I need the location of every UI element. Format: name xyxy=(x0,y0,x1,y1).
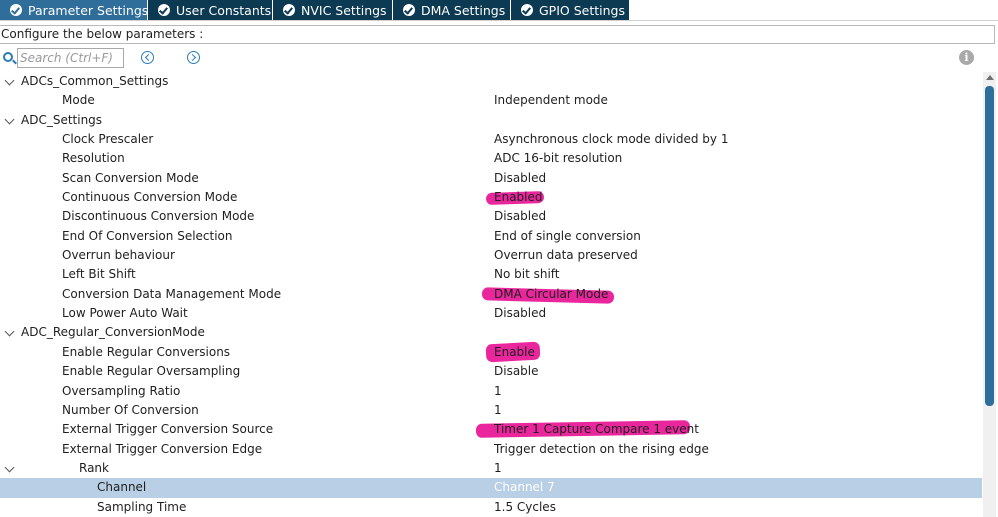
parameter-row-discontinuous-conversion-mode[interactable]: Discontinuous Conversion Mode Disabled xyxy=(0,207,982,226)
parameter-value[interactable]: No bit shift xyxy=(494,265,560,284)
previous-result-button[interactable] xyxy=(141,51,154,64)
check-circle-icon xyxy=(403,4,415,16)
parameter-label: Mode xyxy=(62,93,95,108)
parameter-label: Left Bit Shift xyxy=(62,267,136,282)
parameter-row-oversampling-ratio[interactable]: Oversampling Ratio 1 xyxy=(0,382,982,401)
parameter-row-low-power-auto-wait[interactable]: Low Power Auto Wait Disabled xyxy=(0,304,982,323)
vertical-scrollbar[interactable] xyxy=(983,72,996,517)
parameter-label: Scan Conversion Mode xyxy=(62,170,199,185)
configure-label: Configure the below parameters : xyxy=(0,25,995,44)
parameter-row-left-bit-shift[interactable]: Left Bit Shift No bit shift xyxy=(0,265,982,284)
parameter-row-channel[interactable]: Channel Channel 7 xyxy=(0,478,982,498)
parameter-label: Conversion Data Management Mode xyxy=(62,286,282,301)
parameter-label: Enable Regular Conversions xyxy=(62,344,231,359)
tree-group-adcs-common-settings[interactable]: ADCs_Common_Settings xyxy=(0,72,982,91)
parameter-label: Oversampling Ratio xyxy=(62,383,181,398)
parameter-label: External Trigger Conversion Edge xyxy=(62,441,263,456)
chevron-down-icon[interactable] xyxy=(4,114,15,125)
parameter-value[interactable]: Disable xyxy=(494,362,539,381)
group-label: ADC_Settings xyxy=(21,112,103,127)
scroll-up-arrow-icon[interactable] xyxy=(986,75,994,80)
parameter-value[interactable]: 1 xyxy=(494,382,502,401)
parameter-value[interactable]: 1.5 Cycles xyxy=(494,498,556,517)
parameter-label: Resolution xyxy=(62,151,125,166)
tab-gpio-settings[interactable]: GPIO Settings xyxy=(511,0,630,20)
parameter-value[interactable]: 1 xyxy=(494,459,502,478)
tab-label: NVIC Settings xyxy=(301,2,387,18)
parameter-row-enable-regular-oversampling[interactable]: Enable Regular Oversampling Disable xyxy=(0,362,982,381)
tab-label: DMA Settings xyxy=(421,2,506,18)
next-result-button[interactable] xyxy=(187,51,200,64)
parameter-value[interactable]: ADC 16-bit resolution xyxy=(494,149,622,168)
parameter-tree: ADCs_Common_Settings Mode Independent mo… xyxy=(0,72,982,517)
parameter-value[interactable]: Asynchronous clock mode divided by 1 xyxy=(494,130,728,149)
parameter-row-end-of-conversion-selection[interactable]: End Of Conversion Selection End of singl… xyxy=(0,227,982,246)
parameter-row-resolution[interactable]: Resolution ADC 16-bit resolution xyxy=(0,149,982,168)
chevron-down-icon[interactable] xyxy=(4,462,15,473)
parameter-value[interactable]: Trigger detection on the rising edge xyxy=(494,440,709,459)
parameter-label: Discontinuous Conversion Mode xyxy=(62,209,255,224)
tab-label: User Constants xyxy=(176,2,272,18)
parameter-label: Continuous Conversion Mode xyxy=(62,190,238,205)
parameter-value[interactable]: Enabled xyxy=(494,188,543,207)
parameter-row-clock-prescaler[interactable]: Clock Prescaler Asynchronous clock mode … xyxy=(0,130,982,149)
parameter-row-sampling-time[interactable]: Sampling Time 1.5 Cycles xyxy=(0,498,982,517)
tab-bar: Parameter Settings User Constants NVIC S… xyxy=(0,0,998,21)
parameter-row-conversion-data-management-mode[interactable]: Conversion Data Management Mode DMA Circ… xyxy=(0,285,982,304)
tab-nvic-settings[interactable]: NVIC Settings xyxy=(273,0,393,20)
parameter-label: Enable Regular Oversampling xyxy=(62,364,241,379)
search-input[interactable] xyxy=(17,48,124,68)
check-circle-icon xyxy=(521,4,533,16)
scroll-thumb[interactable] xyxy=(985,86,994,406)
info-icon[interactable]: i xyxy=(959,50,974,65)
parameter-label: External Trigger Conversion Source xyxy=(62,422,274,437)
parameter-value[interactable]: Disabled xyxy=(494,304,546,323)
parameter-row-mode[interactable]: Mode Independent mode xyxy=(0,91,982,110)
parameter-value[interactable]: Disabled xyxy=(494,207,546,226)
parameter-value[interactable]: DMA Circular Mode xyxy=(494,285,608,304)
search-row: i xyxy=(0,47,998,69)
search-icon xyxy=(3,52,13,62)
parameter-value[interactable]: 1 xyxy=(494,401,502,420)
parameter-label: Clock Prescaler xyxy=(62,132,154,147)
tab-label: Parameter Settings xyxy=(28,2,149,18)
tab-dma-settings[interactable]: DMA Settings xyxy=(393,0,511,20)
parameter-value[interactable]: End of single conversion xyxy=(494,227,641,246)
tab-user-constants[interactable]: User Constants xyxy=(148,0,273,20)
parameter-label: End Of Conversion Selection xyxy=(62,228,233,243)
chevron-down-icon[interactable] xyxy=(4,75,15,86)
group-label: ADC_Regular_ConversionMode xyxy=(21,325,205,340)
parameter-label: Sampling Time xyxy=(97,499,187,514)
tree-group-rank[interactable]: Rank 1 xyxy=(0,459,982,478)
parameter-value[interactable]: Independent mode xyxy=(494,91,608,110)
parameter-label: Channel xyxy=(97,480,147,495)
parameter-value[interactable]: Timer 1 Capture Compare 1 event xyxy=(494,420,699,439)
tab-label: GPIO Settings xyxy=(539,2,625,18)
parameter-label: Overrun behaviour xyxy=(62,248,175,263)
check-circle-icon xyxy=(283,4,295,16)
tree-group-adc-settings[interactable]: ADC_Settings xyxy=(0,111,982,130)
check-circle-icon xyxy=(158,4,170,16)
parameter-value[interactable]: Disabled xyxy=(494,169,546,188)
parameter-row-overrun-behaviour[interactable]: Overrun behaviour Overrun data preserved xyxy=(0,246,982,265)
check-circle-icon xyxy=(10,4,22,16)
parameter-row-scan-conversion-mode[interactable]: Scan Conversion Mode Disabled xyxy=(0,169,982,188)
chevron-down-icon[interactable] xyxy=(4,327,15,337)
tree-group-adc-regular-conversionmode[interactable]: ADC_Regular_ConversionMode xyxy=(0,323,982,342)
parameter-label: Number Of Conversion xyxy=(62,402,199,417)
parameter-row-number-of-conversion[interactable]: Number Of Conversion 1 xyxy=(0,401,982,420)
parameter-row-continuous-conversion-mode[interactable]: Continuous Conversion Mode Enabled xyxy=(0,188,982,207)
parameter-row-enable-regular-conversions[interactable]: Enable Regular Conversions Enable xyxy=(0,341,982,363)
parameter-value[interactable]: Enable xyxy=(494,343,535,362)
parameter-label: Low Power Auto Wait xyxy=(62,306,188,321)
parameter-row-external-trigger-conversion-edge[interactable]: External Trigger Conversion Edge Trigger… xyxy=(0,440,982,459)
parameter-value[interactable]: Overrun data preserved xyxy=(494,246,638,265)
parameter-row-external-trigger-conversion-source[interactable]: External Trigger Conversion Source Timer… xyxy=(0,420,982,439)
tab-parameter-settings[interactable]: Parameter Settings xyxy=(0,0,148,20)
parameter-label: Rank xyxy=(79,460,109,475)
group-label: ADCs_Common_Settings xyxy=(21,74,169,88)
parameter-value[interactable]: Channel 7 xyxy=(494,478,555,497)
